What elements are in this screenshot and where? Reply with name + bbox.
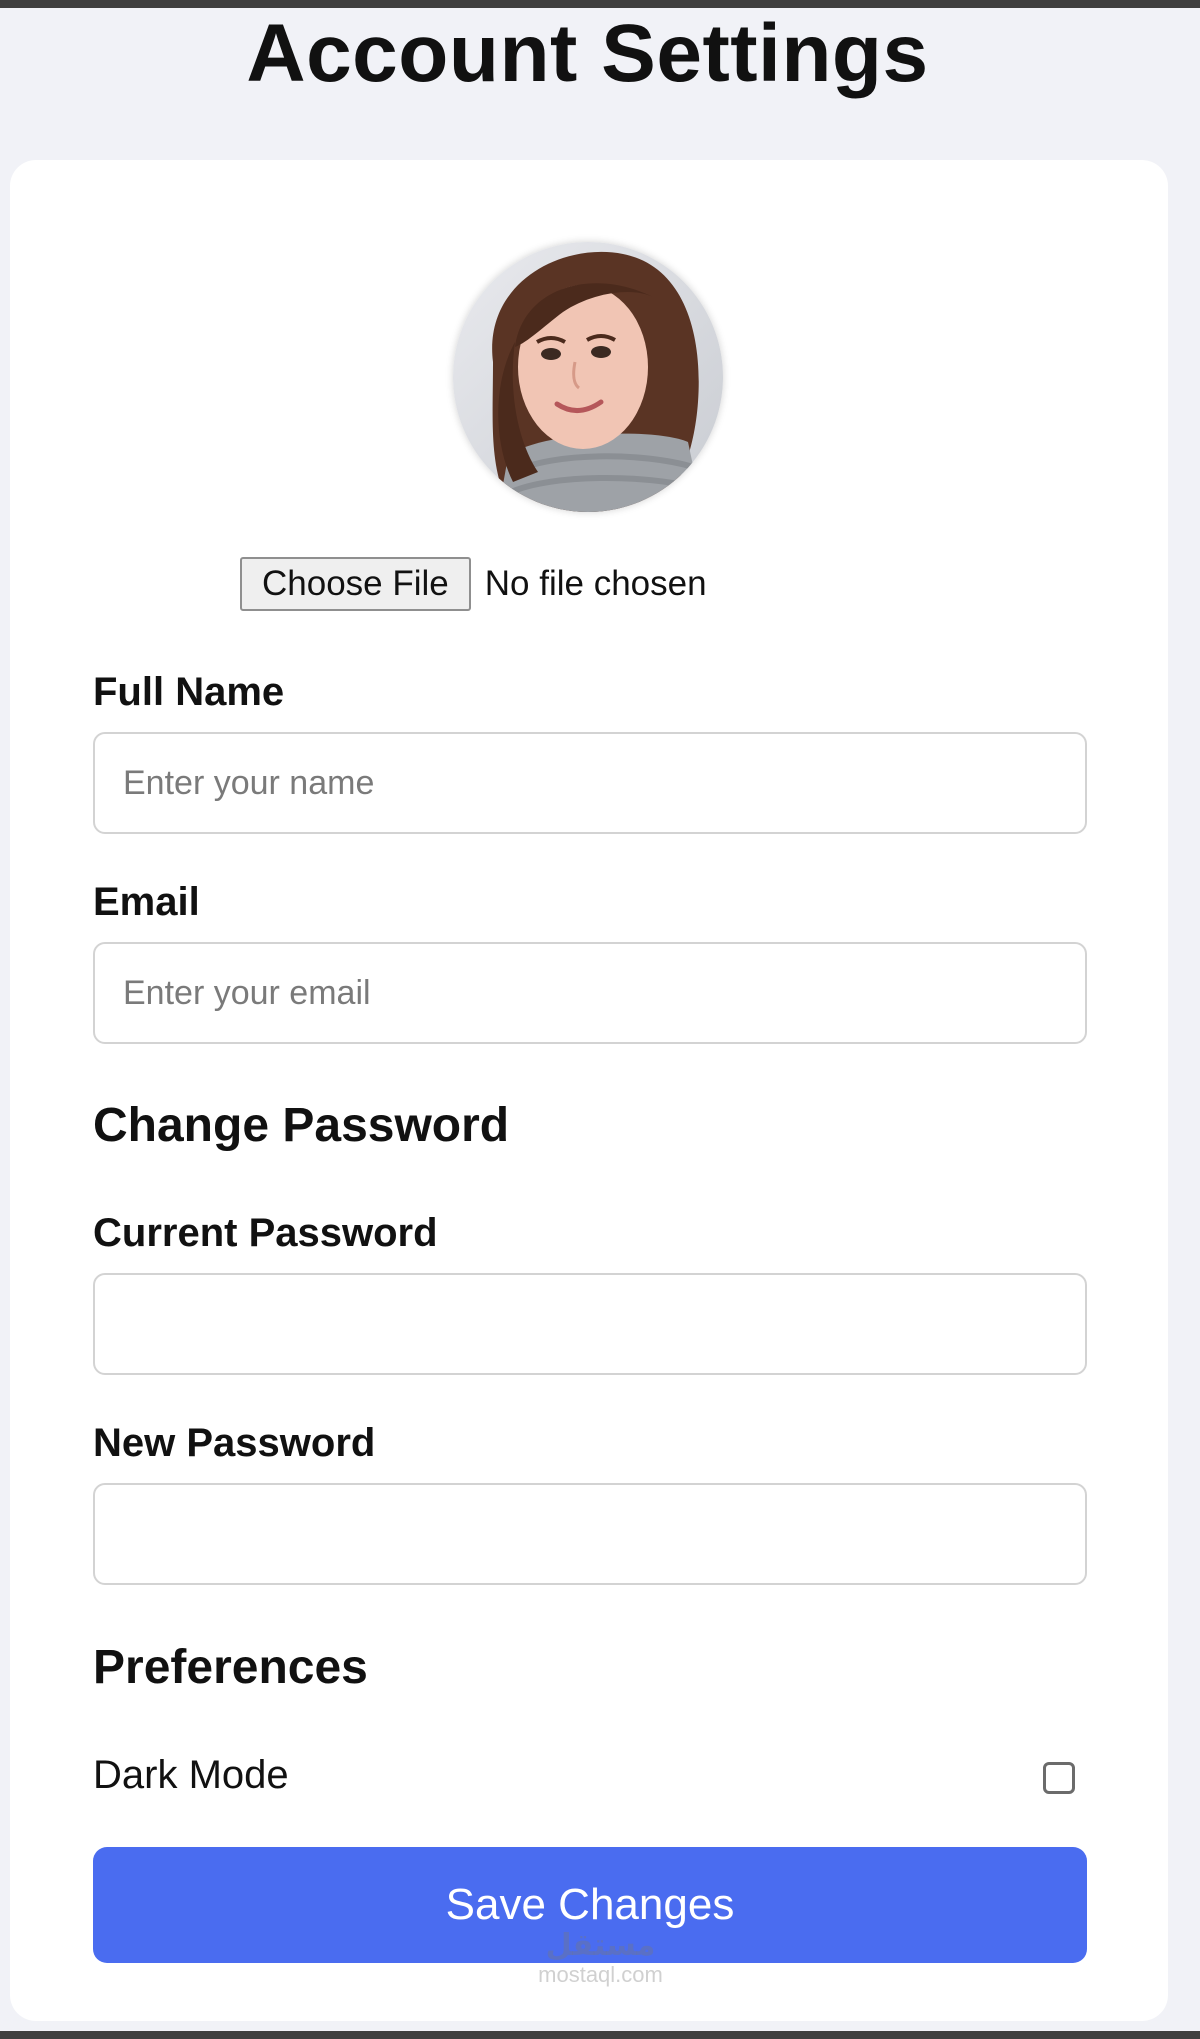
email-input[interactable]: Enter your email	[93, 942, 1087, 1044]
watermark-text: mostaql.com	[538, 1962, 663, 1987]
choose-file-button[interactable]: Choose File	[240, 557, 471, 611]
email-placeholder: Enter your email	[123, 974, 371, 1012]
watermark-logo: مستقل	[545, 1929, 656, 1962]
email-label: Email	[93, 880, 200, 924]
change-password-heading: Change Password	[93, 1099, 510, 1152]
dark-mode-label: Dark Mode	[93, 1753, 289, 1797]
watermark: مستقل mostaql.com	[528, 1930, 673, 1988]
full-name-placeholder: Enter your name	[123, 764, 375, 802]
profile-avatar	[453, 242, 723, 512]
dark-mode-checkbox[interactable]	[1043, 1762, 1075, 1794]
window-bottom-edge	[0, 2031, 1200, 2039]
current-password-input[interactable]	[93, 1273, 1087, 1375]
preferences-heading: Preferences	[93, 1641, 368, 1694]
full-name-label: Full Name	[93, 670, 285, 714]
current-password-label: Current Password	[93, 1211, 438, 1255]
avatar-photo-icon	[453, 242, 723, 512]
file-status-text: No file chosen	[484, 564, 707, 603]
avatar-upload: Choose File No file chosen	[240, 555, 707, 613]
page-title: Account Settings	[246, 8, 929, 99]
full-name-input[interactable]: Enter your name	[93, 732, 1087, 834]
new-password-input[interactable]	[93, 1483, 1087, 1585]
new-password-label: New Password	[93, 1421, 376, 1465]
